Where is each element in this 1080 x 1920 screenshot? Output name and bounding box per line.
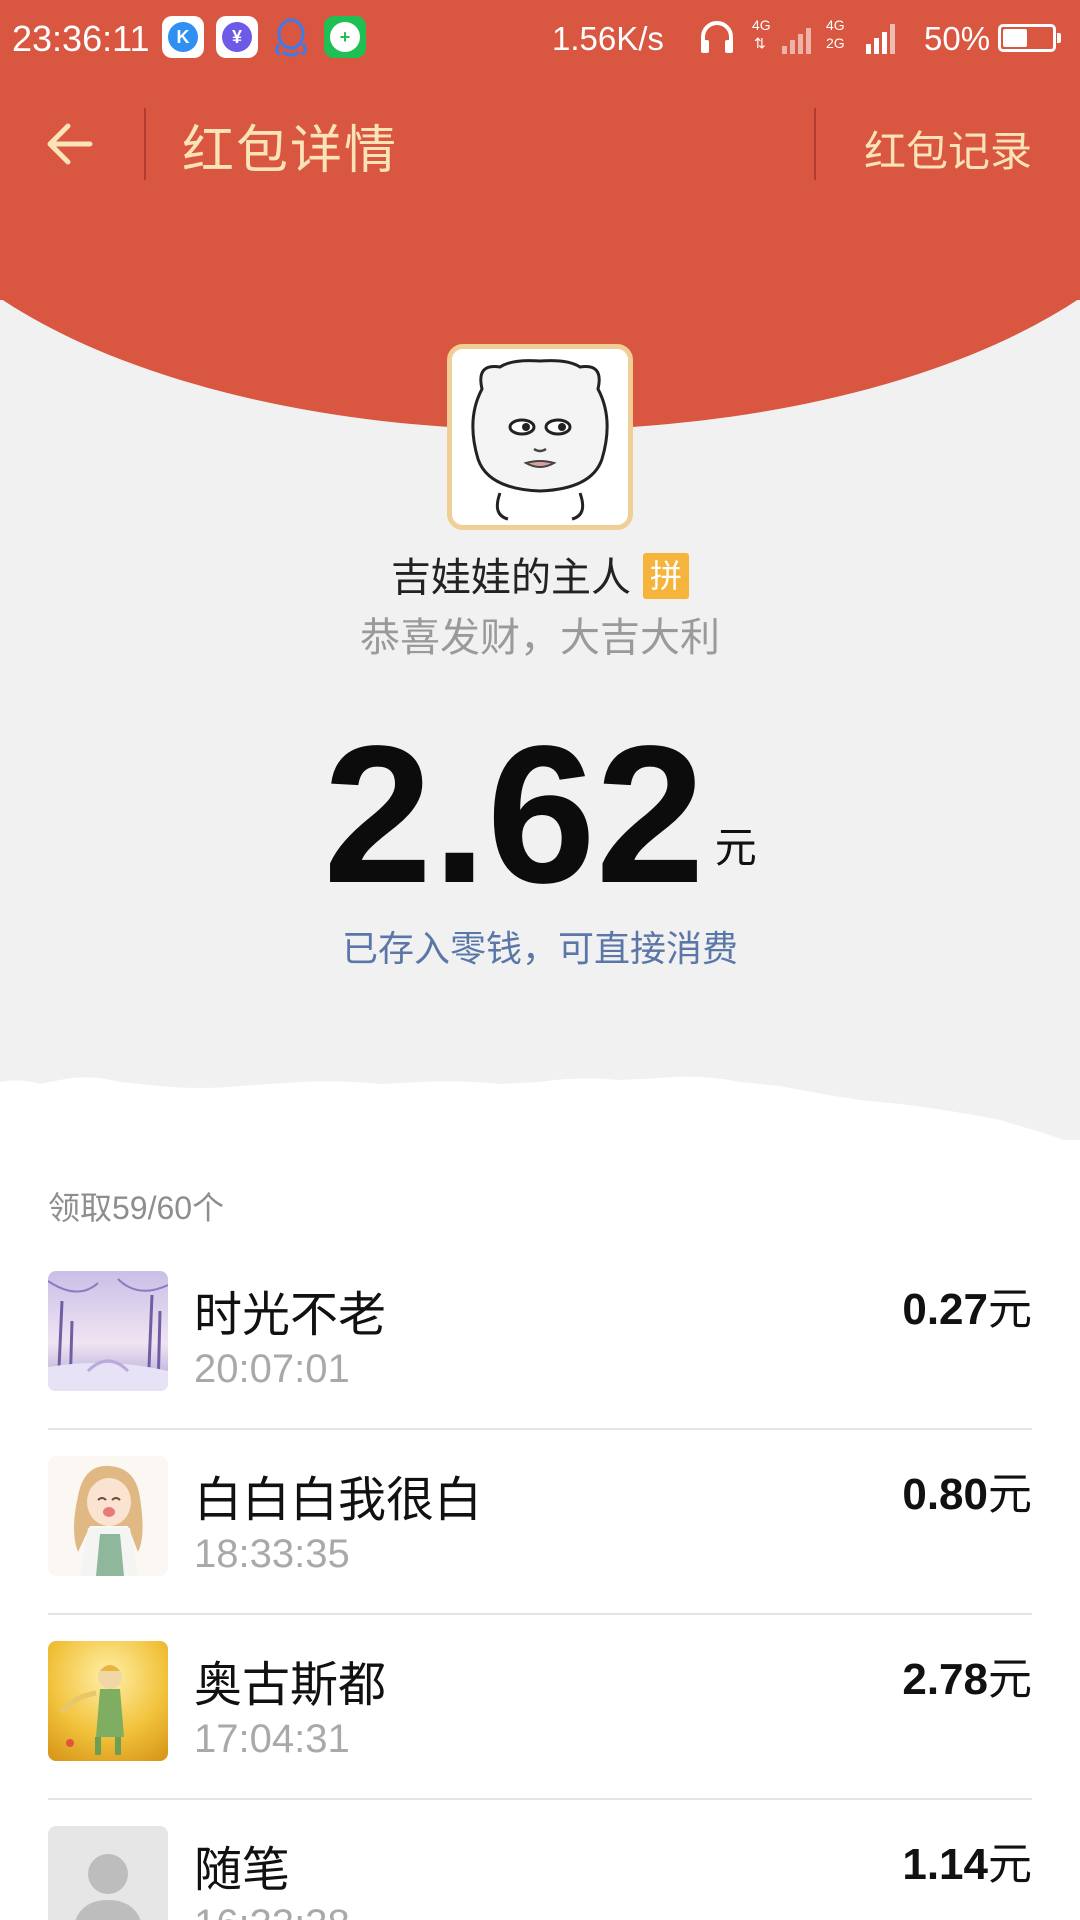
receive-amount-value: 1.14 bbox=[902, 1840, 988, 1889]
title-bar: 红包详情 红包记录 bbox=[0, 78, 1080, 208]
battery-percent: 50% bbox=[924, 20, 991, 57]
little-prince-image bbox=[48, 1641, 168, 1761]
back-button[interactable] bbox=[40, 112, 104, 176]
red-packet-detail-page: 23:36:11 K ¥ + 1.56K/s 4G ⇅ 4G 2G 50% 红包… bbox=[0, 0, 1080, 1920]
status-bar: 23:36:11 K ¥ + 1.56K/s 4G ⇅ 4G 2G 50% bbox=[0, 0, 1080, 78]
receiver-name: 随笔 bbox=[194, 1842, 291, 1898]
cartoon-girl-image bbox=[48, 1456, 168, 1576]
receiver-name: 白白白我很白 bbox=[194, 1472, 483, 1528]
receive-time: 18:33:35 bbox=[194, 1532, 350, 1576]
qq-penguin-icon bbox=[270, 16, 312, 58]
net-label-4g-b: 4G bbox=[826, 17, 845, 33]
record-divider bbox=[814, 108, 816, 180]
net-label-4g-a: 4G bbox=[752, 17, 771, 33]
battery-level bbox=[1003, 29, 1027, 47]
receiver-avatar bbox=[48, 1826, 168, 1920]
winter-forest-image bbox=[48, 1271, 168, 1391]
green-plus-icon: + bbox=[324, 16, 366, 58]
list-item[interactable]: 随笔 16:33:38 1.14元 bbox=[48, 1800, 1032, 1920]
status-time: 23:36:11 bbox=[12, 18, 150, 59]
shield-yuan-letter: ¥ bbox=[222, 22, 252, 52]
sender-name: 吉娃娃的主人 bbox=[391, 555, 631, 601]
receiver-list: 时光不老 20:07:01 0.27元 白白白我很白 18:33:35 0.80… bbox=[48, 1245, 1032, 1920]
receive-amount-unit: 元 bbox=[988, 1654, 1032, 1705]
receive-amount: 0.80元 bbox=[902, 1458, 1032, 1522]
green-plus-letter: + bbox=[330, 22, 360, 52]
received-count: 领取59/60个 bbox=[48, 1190, 225, 1226]
shield-yuan-icon: ¥ bbox=[216, 16, 258, 58]
received-amount: 2.62 元 bbox=[0, 715, 1080, 915]
receive-amount: 0.27元 bbox=[902, 1273, 1032, 1337]
list-item[interactable]: 白白白我很白 18:33:35 0.80元 bbox=[48, 1430, 1032, 1615]
data-arrows-icon: ⇅ bbox=[754, 35, 766, 51]
k-app-letter: K bbox=[168, 22, 198, 52]
receive-amount-value: 2.78 bbox=[902, 1655, 988, 1704]
red-packet-record-link[interactable]: 红包记录 bbox=[864, 118, 1032, 179]
amount-unit: 元 bbox=[714, 823, 757, 872]
receive-amount-unit: 元 bbox=[988, 1469, 1032, 1520]
greeting-message: 恭喜发财，大吉大利 bbox=[360, 615, 720, 661]
signal-icon-1 bbox=[782, 20, 811, 54]
receiver-name: 时光不老 bbox=[194, 1287, 387, 1343]
receiver-avatar bbox=[48, 1456, 168, 1576]
receive-amount: 2.78元 bbox=[902, 1643, 1032, 1707]
receive-time: 20:07:01 bbox=[194, 1347, 350, 1391]
amount-value: 2.62 bbox=[323, 705, 705, 924]
back-arrow-icon bbox=[47, 123, 93, 165]
bear-meme-avatar bbox=[452, 349, 628, 525]
receiver-name: 奥古斯都 bbox=[194, 1657, 387, 1713]
k-app-icon: K bbox=[162, 16, 204, 58]
receive-amount-unit: 元 bbox=[988, 1839, 1032, 1890]
receive-amount-value: 0.80 bbox=[902, 1470, 988, 1519]
saved-to-change-link[interactable]: 已存入零钱，可直接消费 bbox=[0, 920, 1080, 972]
group-pin-badge: 拼 bbox=[643, 553, 689, 599]
receiver-avatar bbox=[48, 1271, 168, 1391]
sender-avatar[interactable] bbox=[447, 344, 633, 530]
sender-row: 吉娃娃的主人拼 bbox=[0, 545, 1080, 603]
receive-amount: 1.14元 bbox=[902, 1828, 1032, 1892]
default-person-icon bbox=[48, 1826, 168, 1920]
network-speed: 1.56K/s bbox=[552, 20, 664, 57]
headphones-icon bbox=[701, 21, 733, 53]
receive-time: 17:04:31 bbox=[194, 1717, 350, 1761]
net-label-2g: 2G bbox=[826, 35, 845, 51]
receiver-avatar bbox=[48, 1641, 168, 1761]
battery-icon bbox=[998, 24, 1061, 52]
receive-amount-unit: 元 bbox=[988, 1284, 1032, 1335]
list-item[interactable]: 时光不老 20:07:01 0.27元 bbox=[48, 1245, 1032, 1430]
signal-icon-2 bbox=[866, 20, 895, 54]
receive-time: 16:33:38 bbox=[194, 1902, 350, 1920]
list-item[interactable]: 奥古斯都 17:04:31 2.78元 bbox=[48, 1615, 1032, 1800]
title-divider bbox=[144, 108, 146, 180]
page-title: 红包详情 bbox=[182, 121, 399, 181]
receive-amount-value: 0.27 bbox=[902, 1285, 988, 1334]
